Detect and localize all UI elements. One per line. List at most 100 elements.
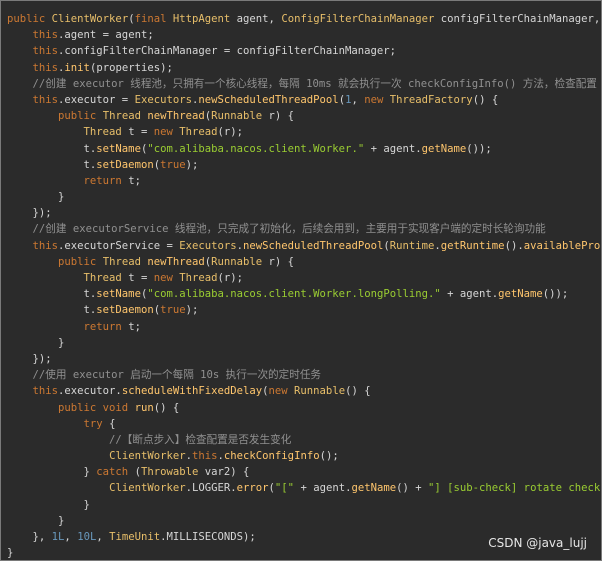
code-line: return t; — [7, 173, 601, 189]
code-token: HttpAgent — [172, 13, 231, 25]
code-token: init — [64, 61, 90, 74]
code-token: true — [160, 304, 186, 317]
code-line: //创建 executor 线程池，只拥有一个核心线程，每隔 10ms 就会执行… — [7, 76, 601, 92]
code-token: Executors — [134, 93, 192, 106]
code-line: //创建 executorService 线程池，只完成了初始化，后续会用到，主… — [7, 221, 601, 237]
code-token: Thread — [179, 126, 218, 139]
code-token: run — [134, 401, 154, 414]
code-token: try — [83, 417, 103, 430]
code-line: public Thread newThread(Runnable r) { — [7, 254, 601, 270]
code-line: t.setDaemon(true); — [7, 302, 601, 318]
code-line: public ClientWorker(final HttpAgent agen… — [7, 11, 602, 27]
code-token: newScheduledThreadPool — [243, 239, 384, 252]
code-token: final — [134, 13, 173, 25]
code-token: t. — [7, 158, 97, 171]
code-token: "] [sub-check] rotate check error — [428, 482, 601, 495]
code-line: try { — [7, 416, 601, 432]
code-token: newScheduledThreadPool — [198, 93, 339, 106]
code-area[interactable]: public ClientWorker (final HttpAgent agen… — [7, 11, 602, 560]
code-token: setName — [96, 288, 141, 301]
code-line: this.init(properties); — [7, 60, 601, 76]
code-token: (r); — [217, 126, 244, 139]
code-token: { — [102, 417, 116, 430]
code-token: this — [32, 385, 59, 398]
code-token: TimeUnit — [109, 531, 161, 543]
code-token: + agent. — [294, 482, 352, 495]
code-token: scheduleWithFixedDelay — [121, 385, 263, 398]
code-line: t.setDaemon(true); — [7, 157, 601, 173]
code-line: return t; — [7, 319, 601, 335]
code-token: Runnable — [211, 110, 263, 123]
code-token: newThread — [147, 110, 205, 123]
code-line: } — [7, 189, 601, 205]
code-token: } — [7, 336, 65, 349]
code-line: t.setName("com.alibaba.nacos.client.Work… — [7, 286, 601, 302]
code-token: getRuntime — [440, 239, 505, 252]
code-token: () { — [153, 401, 180, 414]
code-token: r) { — [262, 255, 295, 268]
code-token: Thread — [179, 272, 218, 284]
code-token: new — [268, 385, 295, 398]
code-token: t = — [121, 126, 154, 139]
code-token: .configFilterChainManager = configFilter… — [58, 45, 397, 58]
code-token: ClientWorker — [109, 482, 186, 495]
code-line: ClientWorker.LOGGER.error("[" + agent.ge… — [7, 480, 601, 496]
code-token: Thread — [83, 272, 122, 284]
code-line: Thread t = new Thread(r); — [7, 270, 601, 286]
code-line: this.executor.scheduleWithFixedDelay(new… — [7, 383, 601, 399]
code-token: this — [32, 93, 59, 106]
code-token: } — [7, 466, 97, 479]
code-token: t; — [121, 174, 141, 187]
code-line: ClientWorker.this.checkConfigInfo(); — [7, 448, 601, 464]
code-token: Runtime — [389, 239, 435, 252]
code-line: }); — [7, 351, 601, 367]
code-token: this — [32, 45, 59, 58]
code-line: t.setName("com.alibaba.nacos.client.Work… — [7, 141, 601, 157]
code-token: Thread — [83, 126, 122, 139]
code-token: .MILLISECONDS); — [160, 531, 256, 543]
code-token: newThread — [147, 255, 205, 268]
code-token: }); — [7, 207, 52, 220]
code-token: "[" — [274, 482, 295, 495]
code-token: , — [351, 93, 365, 106]
csdn-watermark: CSDN @java_lujj — [488, 536, 587, 550]
code-token: t = — [121, 272, 154, 284]
code-token: getName — [351, 482, 397, 495]
code-token: r) { — [262, 110, 295, 123]
code-editor[interactable]: public ClientWorker (final HttpAgent agen… — [0, 0, 602, 561]
code-token: this — [32, 239, 59, 252]
code-token: checkConfigInfo — [223, 450, 320, 463]
code-token: ClientWorker — [109, 450, 186, 463]
code-token: } — [7, 498, 90, 511]
code-token: ()); — [542, 288, 569, 301]
code-token: ( — [128, 466, 141, 479]
code-token: .executorService = — [58, 239, 180, 252]
code-token: configFilterChainManager, — [434, 13, 602, 25]
code-line: } catch (Throwable var2) { — [7, 464, 601, 480]
code-token: ClientWorker — [51, 13, 129, 25]
code-token: error — [236, 482, 269, 495]
code-token: new — [153, 126, 180, 139]
code-token: + agent. — [364, 142, 422, 155]
code-line: } — [7, 335, 601, 351]
code-token: Thread — [102, 110, 148, 123]
code-token: t. — [7, 288, 97, 301]
code-token: this — [32, 61, 59, 74]
code-token: t; — [121, 320, 141, 333]
code-token: 1L — [51, 531, 65, 543]
code-line: public void run() { — [7, 400, 601, 416]
code-token: this — [32, 29, 59, 42]
code-token: getName — [421, 142, 467, 155]
code-token: //【断点步入】检查配置是否发生变化 — [7, 433, 292, 446]
code-token: public void — [58, 401, 135, 414]
code-token: //创建 executorService 线程池，只完成了初始化，后续会用到，主… — [7, 223, 546, 236]
code-token: return — [83, 320, 122, 333]
